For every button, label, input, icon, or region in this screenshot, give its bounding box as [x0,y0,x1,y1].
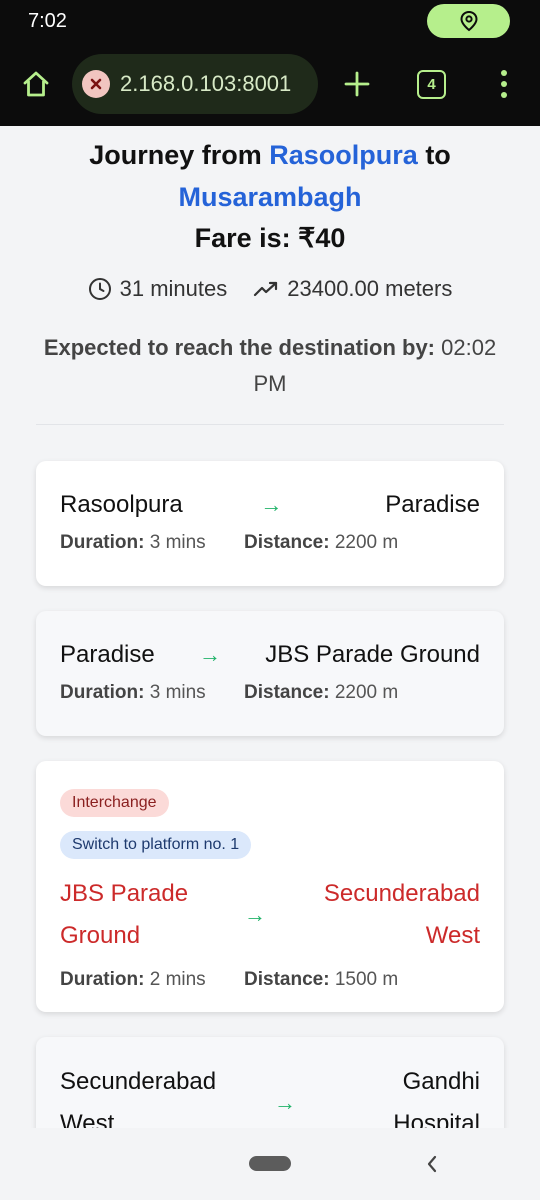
browser-toolbar: 2.168.0.103:8001 4 [0,44,540,126]
interchange-segment-card: Interchange Switch to platform no. 1 JBS… [36,761,504,1012]
segment-card: Rasoolpura → Paradise Duration: 3 mins D… [36,461,504,586]
segment-from: JBS Parade Ground [60,880,189,949]
system-navigation-bar [0,1128,540,1200]
duration-meta: 31 minutes [88,276,228,302]
destination-station-link[interactable]: Musarambagh [178,182,361,212]
segment-distance: Distance: 2200 m [244,682,399,703]
location-pin-icon [459,10,478,32]
total-duration: 31 minutes [119,276,228,301]
segment-card: Paradise → JBS Parade Ground Duration: 3… [36,611,504,736]
segment-from: Secunderabad West [60,1068,217,1128]
url-text[interactable]: 2.168.0.103:8001 [120,71,291,97]
segment-to: Secunderabad West [323,880,480,949]
segment-stats: Duration: 3 mins Distance: 2200 m [60,532,480,554]
arrow-right-icon: → [274,1090,296,1115]
arrow-right-icon: → [260,492,283,517]
origin-station-link[interactable]: Rasoolpura [269,140,418,170]
segment-distance: Distance: 1500 m [244,969,399,990]
back-button[interactable] [418,1150,446,1178]
address-bar[interactable]: 2.168.0.103:8001 [72,54,318,114]
interchange-badge: Interchange [60,789,169,817]
home-gesture-handle[interactable] [249,1156,291,1171]
segment-to: Gandhi Hospital [393,1068,480,1128]
clock-icon [88,278,111,300]
arrow-right-icon: → [244,902,266,927]
segment-route: Paradise → JBS Parade Ground [60,634,480,676]
fare-text: Fare is: ₹40 [194,223,346,253]
status-bar: 7:02 [0,0,540,44]
segment-duration: Duration: 2 mins [60,969,206,990]
segment-to: JBS Parade Ground [265,641,480,668]
journey-summary: Journey from Rasoolpura to Musarambagh F… [0,126,540,425]
segment-card: Secunderabad West → Gandhi Hospital [36,1037,504,1128]
tab-switcher-button[interactable]: 4 [417,70,446,99]
plus-icon [344,71,370,97]
segment-route: Secunderabad West → Gandhi Hospital [60,1061,480,1128]
more-vert-icon [501,70,507,76]
overflow-menu-button[interactable] [490,66,518,102]
location-indicator[interactable] [427,4,510,38]
segment-route: JBS Parade Ground → Secunderabad West [60,873,480,957]
segment-stats: Duration: 3 mins Distance: 2200 m [60,682,480,704]
journey-meta: 31 minutes 23400.00 meters [0,276,540,302]
journey-title: Journey from Rasoolpura to Musarambagh [89,140,451,212]
segment-route: Rasoolpura → Paradise [60,484,480,526]
journey-page: Journey from Rasoolpura to Musarambagh F… [0,126,540,1128]
home-button[interactable] [18,66,54,102]
platform-badge: Switch to platform no. 1 [60,831,252,859]
divider [36,424,504,425]
status-time: 7:02 [28,10,67,32]
segment-duration: Duration: 3 mins [60,532,206,553]
total-distance: 23400.00 meters [287,276,453,301]
segment-stats: Duration: 2 mins Distance: 1500 m [60,969,480,991]
chevron-left-icon [427,1155,437,1173]
expected-arrival: Expected to reach the destination by: 02… [43,335,497,396]
segment-to: Paradise [385,491,480,518]
segment-from: Rasoolpura [60,491,183,518]
distance-meta: 23400.00 meters [253,276,452,302]
segment-duration: Duration: 3 mins [60,682,206,703]
arrow-right-icon: → [198,642,221,667]
connection-not-secure-icon[interactable] [82,70,110,98]
new-tab-button[interactable] [339,66,375,102]
segment-distance: Distance: 2200 m [244,532,399,553]
home-icon [23,71,49,97]
segment-from: Paradise [60,641,155,668]
trending-up-icon [254,281,278,297]
